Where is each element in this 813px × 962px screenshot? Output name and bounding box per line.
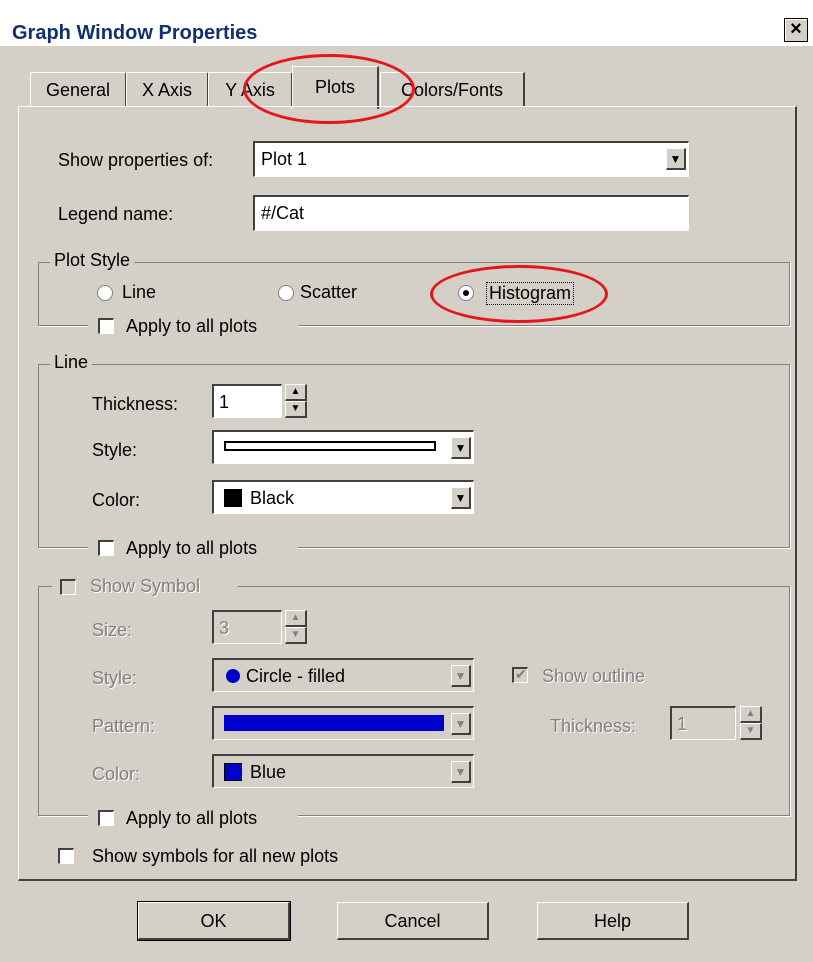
line-color-swatch xyxy=(224,489,242,507)
show-properties-select[interactable]: Plot 1 ▼ xyxy=(253,141,689,177)
chevron-down-icon: ▼ xyxy=(451,713,471,735)
radio-scatter[interactable] xyxy=(278,285,294,301)
symbol-style-select[interactable]: Circle - filled ▼ xyxy=(212,658,474,692)
line-style-select[interactable]: ▼ xyxy=(212,430,474,464)
symbol-size-value: 3 xyxy=(219,618,230,638)
symbol-style-value: Circle - filled xyxy=(246,666,346,686)
line-color-value: Black xyxy=(250,488,295,508)
show-symbols-new-checkbox[interactable] xyxy=(58,848,74,864)
thickness-value: 1 xyxy=(219,392,230,412)
spin-down-icon[interactable]: ▼ xyxy=(285,627,307,644)
spin-up-icon[interactable]: ▲ xyxy=(285,610,307,627)
checkmark-icon: ✔ xyxy=(515,666,527,682)
outline-thickness-input[interactable]: 1 xyxy=(670,706,736,740)
show-symbols-new-label[interactable]: Show symbols for all new plots xyxy=(92,846,338,867)
legend-name-value: #/Cat xyxy=(261,203,305,223)
line-style-preview xyxy=(224,441,436,451)
legend-name-input[interactable]: #/Cat xyxy=(253,195,689,231)
symbol-apply-checkbox[interactable] xyxy=(98,810,114,826)
show-outline-label[interactable]: Show outline xyxy=(542,666,645,687)
tab-colors-fonts[interactable]: Colors/Fonts xyxy=(380,72,525,107)
outline-thickness-label: Thickness: xyxy=(550,716,637,736)
symbol-style-label: Style: xyxy=(92,668,138,688)
plot-style-title: Plot Style xyxy=(50,250,135,271)
symbol-size-input[interactable]: 3 xyxy=(212,610,282,644)
symbol-color-value: Blue xyxy=(250,762,287,782)
window-title: Graph Window Properties xyxy=(12,22,258,44)
help-button[interactable]: Help xyxy=(537,902,689,940)
symbol-color-select[interactable]: Blue ▼ xyxy=(212,754,474,788)
radio-selected-dot xyxy=(463,290,469,296)
show-outline-checkbox[interactable]: ✔ xyxy=(512,666,528,683)
outline-thickness-value: 1 xyxy=(677,714,688,734)
pattern-preview xyxy=(224,715,444,731)
chevron-down-icon: ▼ xyxy=(451,487,471,509)
line-title: Line xyxy=(50,352,93,373)
plot-style-apply-checkbox[interactable] xyxy=(98,318,114,334)
symbol-color-swatch xyxy=(224,763,242,781)
plot-style-apply-label[interactable]: Apply to all plots xyxy=(126,316,257,337)
cancel-button[interactable]: Cancel xyxy=(337,902,489,940)
outline-thickness-spinner[interactable]: ▲ ▼ xyxy=(740,706,762,740)
radio-histogram-label[interactable]: Histogram xyxy=(486,282,575,305)
line-apply-checkbox[interactable] xyxy=(98,540,114,556)
show-properties-value: Plot 1 xyxy=(261,149,308,169)
chevron-down-icon: ▼ xyxy=(451,665,471,687)
show-symbol-label[interactable]: Show Symbol xyxy=(90,576,200,597)
thickness-spinner[interactable]: ▲ ▼ xyxy=(285,384,307,418)
show-properties-label: Show properties of: xyxy=(58,150,214,170)
thickness-label: Thickness: xyxy=(92,394,179,414)
tab-plots[interactable]: Plots xyxy=(292,66,379,109)
chevron-down-icon: ▼ xyxy=(666,148,686,170)
thickness-input[interactable]: 1 xyxy=(212,384,282,418)
close-button[interactable]: × xyxy=(784,18,808,42)
radio-line-label[interactable]: Line xyxy=(122,282,156,303)
line-style-label: Style: xyxy=(92,440,138,460)
symbol-color-label: Color: xyxy=(92,764,141,784)
show-symbol-checkbox[interactable] xyxy=(60,579,76,595)
tab-x-axis[interactable]: X Axis xyxy=(126,72,209,107)
radio-scatter-label[interactable]: Scatter xyxy=(300,282,357,303)
spin-down-icon[interactable]: ▼ xyxy=(740,723,762,740)
tab-general[interactable]: General xyxy=(30,72,127,107)
chevron-down-icon: ▼ xyxy=(451,437,471,459)
circle-filled-icon xyxy=(226,669,240,683)
spin-down-icon[interactable]: ▼ xyxy=(285,401,307,418)
symbol-size-spinner[interactable]: ▲ ▼ xyxy=(285,610,307,644)
spin-up-icon[interactable]: ▲ xyxy=(285,384,307,401)
ok-button[interactable]: OK xyxy=(137,901,291,941)
tab-y-axis[interactable]: Y Axis xyxy=(208,72,293,107)
line-color-label: Color: xyxy=(92,490,141,510)
chevron-down-icon: ▼ xyxy=(451,761,471,783)
line-apply-label[interactable]: Apply to all plots xyxy=(126,538,257,559)
line-color-select[interactable]: Black ▼ xyxy=(212,480,474,514)
symbol-pattern-select[interactable]: ▼ xyxy=(212,706,474,740)
radio-histogram[interactable] xyxy=(458,285,474,301)
legend-name-label: Legend name: xyxy=(58,204,174,224)
spin-up-icon[interactable]: ▲ xyxy=(740,706,762,723)
symbol-apply-label[interactable]: Apply to all plots xyxy=(126,808,257,829)
radio-line[interactable] xyxy=(97,285,113,301)
symbol-size-label: Size: xyxy=(92,620,133,640)
symbol-pattern-label: Pattern: xyxy=(92,716,156,736)
